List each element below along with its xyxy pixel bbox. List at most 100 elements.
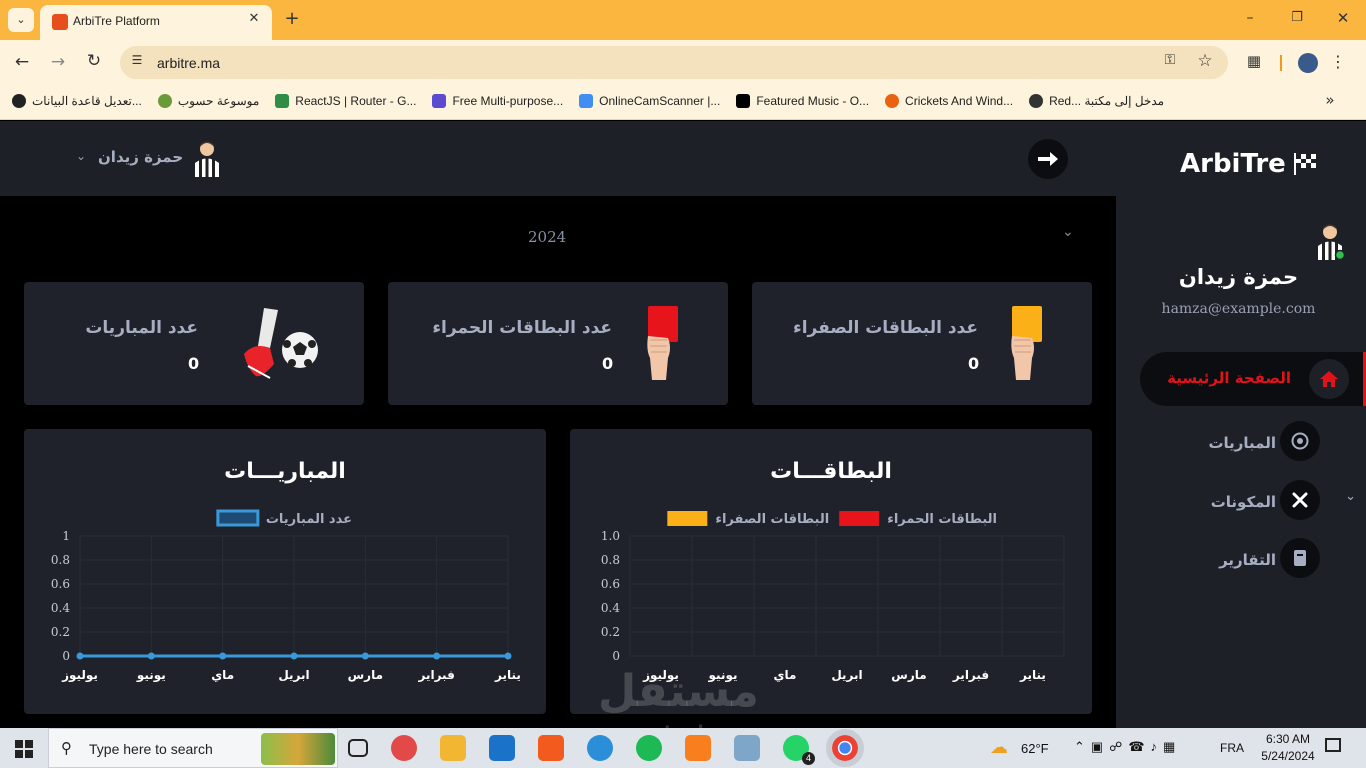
extensions-icon[interactable]: ▦ [1244,52,1264,70]
browser-tab[interactable]: ArbiTre Platform ✕ [40,5,272,40]
user-menu[interactable]: ⌄ حمزة زيدان [76,139,226,179]
data-point [76,652,84,660]
data-point [147,652,155,660]
data-point [290,652,298,660]
brave-icon[interactable] [538,735,564,761]
weather-temp[interactable]: 62°F [1021,741,1049,756]
year-select-value: 2024 [528,228,567,246]
xampp-icon[interactable] [685,735,711,761]
whatsapp-badge: 4 [802,752,815,765]
bookmark-item[interactable]: تعديل قاعدة البيانات... [12,94,142,108]
x-tick-label: مارس [348,668,383,682]
bookmark-item[interactable]: ReactJS | Router - G... [275,94,416,108]
collapse-arrow-button[interactable] [1028,139,1068,179]
sidebar-item-home[interactable]: الصفحة الرئيسية [1140,352,1366,406]
y-tick-label: 0.4 [51,601,70,615]
new-tab-button[interactable]: + [282,9,302,29]
stat-value: 0 [188,354,200,373]
x-tick-label: ماي [211,668,234,682]
forward-button[interactable]: → [48,52,68,72]
stat-card-matches: عدد المباريات 0 [24,282,364,405]
chevron-down-icon: ⌄ [1345,489,1356,504]
sidebar-item-matches[interactable]: المباريات [1140,418,1366,464]
sidebar-item-reports[interactable]: التقارير [1140,535,1366,581]
taskbar-apps: 4 [348,729,864,767]
close-window-button[interactable]: ✕ [1333,9,1353,27]
edge-icon[interactable] [587,735,613,761]
windows-start-icon[interactable] [15,740,33,758]
whatsapp-icon[interactable]: 4 [783,735,815,765]
firefox-icon [885,94,900,108]
weather-icon[interactable]: ☁ [990,737,1008,758]
url-text[interactable]: arbitre.ma [157,55,220,71]
app-red-icon[interactable] [391,735,417,761]
bookmark-star-icon[interactable]: ☆ [1195,51,1215,71]
red-card-icon [647,306,678,380]
header-user-name: حمزة زيدان [98,148,184,166]
language-indicator[interactable]: FRA [1220,741,1244,755]
stat-title: عدد البطاقات الصفراء [793,318,978,338]
tools-icon [1280,480,1320,520]
x-tick-label: مارس [891,668,926,682]
x-tick-label: فبراير [418,668,455,682]
sidebar-item-components[interactable]: ⌄ المكونات [1140,477,1366,523]
stat-title: عدد البطاقات الحمراء [432,318,612,338]
menu-kebab-icon[interactable]: ⋮ [1330,52,1346,71]
brand-logo[interactable]: ArbiTre [1180,149,1318,179]
back-button[interactable]: ← [12,52,32,72]
matches-line-chart: 1 0.8 0.6 0.4 0.2 0 يناير فبراير مارس ابريل ماي يون… [51,509,521,683]
bookmark-item[interactable]: Red... مدخل إلى مكتبة [1029,94,1164,108]
stat-value: 0 [968,354,980,373]
task-view-icon[interactable] [348,739,368,757]
search-icon: ⚲ [61,739,72,757]
data-point [361,652,369,660]
file-explorer-icon[interactable] [440,735,466,761]
data-point [219,652,227,660]
bookmark-item[interactable]: Featured Music - O... [736,94,869,108]
sidebar-avatar-icon [1318,224,1345,260]
bookmark-item[interactable]: OnlineCamScanner |... [579,94,720,108]
bookmark-item[interactable]: Crickets And Wind... [885,94,1013,108]
stat-card-red: عدد البطاقات الحمراء 0 [388,282,728,405]
remote-desktop-icon[interactable] [734,735,760,761]
chevron-down-icon: ⌄ [76,149,87,163]
bookmark-item[interactable]: Free Multi-purpose... [432,94,563,108]
bookmark-list: تعديل قاعدة البيانات... موسوعة حسوب Reac… [12,91,1164,111]
bookmarks-overflow-icon[interactable]: » [1320,91,1340,109]
toolbar-divider [1280,55,1282,71]
bookmark-item[interactable]: موسوعة حسوب [157,94,259,108]
notifications-icon[interactable] [1325,738,1341,752]
tab-close-icon[interactable]: ✕ [245,11,263,26]
sidebar-item-label: المباريات [1208,434,1276,452]
address-bar[interactable]: ☰ arbitre.ma ⚿ ☆ [120,46,1228,79]
profile-avatar[interactable] [1298,53,1318,73]
year-select[interactable]: 2024 ⌄ [24,218,1092,258]
x-tick-label: يناير [494,668,521,682]
reload-button[interactable]: ↻ [84,51,104,71]
hsoub-icon [157,94,172,108]
restore-button[interactable]: ❐ [1287,10,1307,25]
tab-search-button[interactable]: ⌄ [8,8,34,32]
password-key-icon[interactable]: ⚿ [1160,52,1180,68]
watermark-logo: مستقل [598,666,759,717]
y-tick-label: 0.2 [601,625,620,639]
site-info-icon[interactable]: ☰ [128,53,146,67]
search-highlight-image [261,733,335,765]
brand-name: ArbiTre [1180,149,1286,179]
sidebar-item-label: التقارير [1219,551,1276,569]
minimize-button[interactable]: – [1240,10,1260,26]
sidebar-item-label: الصفحة الرئيسية [1167,369,1291,387]
clock-time[interactable]: 6:30 AM [1256,732,1320,746]
chevron-down-icon: ⌄ [1062,224,1074,240]
spotify-icon[interactable] [636,735,662,761]
app-header: ⌄ حمزة زيدان [0,121,1116,196]
y-tick-label: 1.0 [601,529,620,543]
tray-icons[interactable]: ⌃▣☍☎♪▦ [1074,739,1181,755]
clock-date[interactable]: 5/24/2024 [1256,749,1320,763]
store-icon[interactable] [489,735,515,761]
scanner-icon [579,94,594,108]
taskbar-search-box[interactable]: ⚲ Type here to search [48,728,338,768]
chrome-icon[interactable] [826,729,864,767]
arrow-right-icon [1038,152,1058,166]
y-tick-label: 0 [612,649,620,663]
